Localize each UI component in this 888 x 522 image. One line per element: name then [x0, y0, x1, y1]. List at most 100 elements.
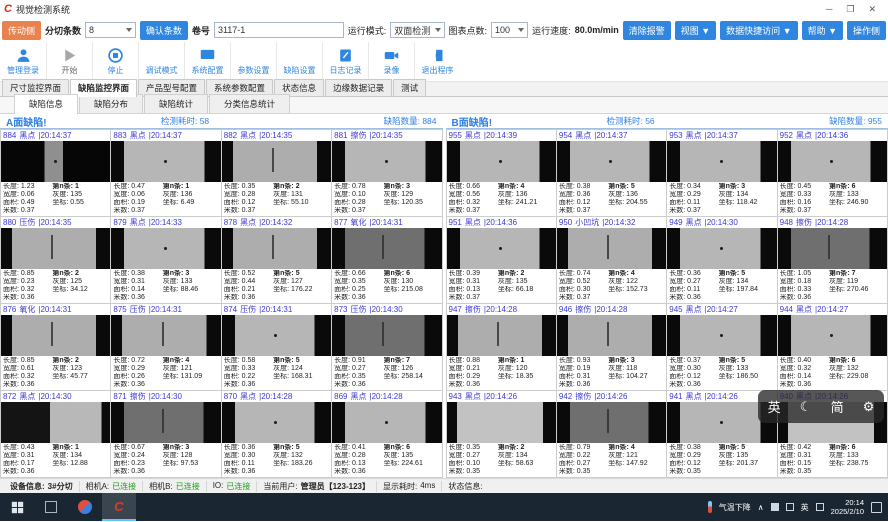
defect-image[interactable]: [667, 228, 776, 269]
gear-icon[interactable]: ⚙: [863, 399, 875, 415]
help-menu-button[interactable]: 帮助 ▼: [802, 21, 843, 40]
defect-cell[interactable]: 953黑点|20:14:37长度: 0.34宽度: 0.29面积: 0.11米数…: [667, 130, 776, 216]
defect-cell[interactable]: 952黑点|20:14:36长度: 0.45宽度: 0.33面积: 0.16米数…: [778, 130, 887, 216]
defect-image[interactable]: [222, 228, 331, 269]
defect-cell[interactable]: 876氧化|20:14:31长度: 0.85宽度: 0.61面积: 0.32米数…: [1, 304, 110, 390]
tray-chevron-up[interactable]: ∧: [758, 503, 764, 512]
language-overlay[interactable]: 英 ☾ 简 ⚙: [758, 390, 884, 423]
defect-image[interactable]: [332, 315, 441, 356]
parameter-settings-button[interactable]: 参数设置: [230, 42, 276, 81]
defect-image[interactable]: [447, 141, 556, 182]
defect-cell[interactable]: 870黑点|20:14:28长度: 0.36宽度: 0.30面积: 0.11米数…: [222, 391, 331, 477]
subtab-defect-statistics[interactable]: 缺陷统计: [144, 94, 208, 113]
network-icon[interactable]: [786, 503, 794, 511]
defect-image[interactable]: [111, 141, 220, 182]
clear-alarm-button[interactable]: 清除报警: [623, 21, 671, 40]
maximize-button[interactable]: ❐: [846, 0, 854, 18]
defect-image[interactable]: [778, 315, 887, 356]
defect-image[interactable]: [447, 315, 556, 356]
defect-image[interactable]: [1, 402, 110, 443]
defect-image[interactable]: [667, 141, 776, 182]
defect-settings-button[interactable]: 缺陷设置: [276, 42, 322, 81]
defect-cell[interactable]: 948擦伤|20:14:28长度: 1.05宽度: 0.18面积: 0.33米数…: [778, 217, 887, 303]
defect-image[interactable]: [111, 402, 220, 443]
notification-center-icon[interactable]: [871, 502, 882, 513]
slit-count-select[interactable]: 8: [85, 22, 136, 38]
close-button[interactable]: ✕: [868, 0, 876, 18]
roll-no-input[interactable]: [214, 22, 344, 38]
subtab-defect-info[interactable]: 缺陷信息: [14, 94, 78, 114]
chart-points-select[interactable]: 100: [491, 22, 528, 38]
defect-cell[interactable]: 869黑点|20:14:28长度: 0.41宽度: 0.28面积: 0.13米数…: [332, 391, 441, 477]
defect-image[interactable]: [332, 228, 441, 269]
defect-image[interactable]: [667, 315, 776, 356]
defect-image[interactable]: [778, 228, 887, 269]
defect-image[interactable]: [557, 228, 666, 269]
tab-edge-data-record[interactable]: 边缘数据记录: [325, 79, 392, 96]
defect-cell[interactable]: 871擦伤|20:14:30长度: 0.67宽度: 0.24面积: 0.23米数…: [111, 391, 220, 477]
defect-image[interactable]: [111, 315, 220, 356]
tab-test[interactable]: 测试: [393, 79, 426, 96]
tab-defect-monitor[interactable]: 缺陷监控界面: [70, 79, 137, 97]
defect-image[interactable]: [332, 141, 441, 182]
defect-cell[interactable]: 875压伤|20:14:31长度: 0.72宽度: 0.29面积: 0.26米数…: [111, 304, 220, 390]
browser-taskbar-button[interactable]: [68, 493, 102, 521]
defect-image[interactable]: [557, 315, 666, 356]
volume-icon[interactable]: [771, 503, 779, 511]
defect-cell[interactable]: 872黑点|20:14:30长度: 0.43宽度: 0.31面积: 0.17米数…: [1, 391, 110, 477]
minimize-button[interactable]: ─: [826, 0, 832, 18]
admin-login-button[interactable]: 管理登录: [0, 42, 46, 81]
defect-cell[interactable]: 944黑点|20:14:27长度: 0.40宽度: 0.32面积: 0.14米数…: [778, 304, 887, 390]
defect-cell[interactable]: 942擦伤|20:14:26长度: 0.79宽度: 0.22面积: 0.27米数…: [557, 391, 666, 477]
defect-image[interactable]: [1, 315, 110, 356]
task-view-button[interactable]: [34, 493, 68, 521]
exit-program-button[interactable]: 退出程序: [414, 42, 460, 81]
confirm-count-button[interactable]: 确认条数: [140, 21, 188, 40]
defect-cell[interactable]: 943黑点|20:14:26长度: 0.35宽度: 0.27面积: 0.10米数…: [447, 391, 556, 477]
defect-image[interactable]: [447, 402, 556, 443]
quick-access-menu-button[interactable]: 数据快捷访问 ▼: [720, 21, 797, 40]
defect-cell[interactable]: 951黑点|20:14:36长度: 0.39宽度: 0.31面积: 0.13米数…: [447, 217, 556, 303]
defect-cell[interactable]: 874压伤|20:14:31长度: 0.58宽度: 0.33面积: 0.22米数…: [222, 304, 331, 390]
defect-cell[interactable]: 883黑点|20:14:37长度: 0.47宽度: 0.06面积: 0.19米数…: [111, 130, 220, 216]
subtab-class-info-statistics[interactable]: 分类信息统计: [209, 94, 290, 113]
defect-cell[interactable]: 881擦伤|20:14:35长度: 0.78宽度: 0.10面积: 0.28米数…: [332, 130, 441, 216]
weather-text[interactable]: 气温下降: [719, 502, 751, 513]
lang-en-button[interactable]: 英: [768, 397, 781, 416]
moon-icon[interactable]: ☾: [800, 399, 812, 415]
video-record-button[interactable]: 录像: [368, 42, 414, 81]
input-language-indicator[interactable]: 英: [801, 502, 809, 513]
defect-cell[interactable]: 945黑点|20:14:27长度: 0.37宽度: 0.30面积: 0.12米数…: [667, 304, 776, 390]
defect-cell[interactable]: 884黑点|20:14:37长度: 1.23宽度: 0.06面积: 0.49米数…: [1, 130, 110, 216]
defect-image[interactable]: [1, 141, 110, 182]
defect-image[interactable]: [447, 228, 556, 269]
defect-cell[interactable]: 954黑点|20:14:37长度: 0.38宽度: 0.36面积: 0.12米数…: [557, 130, 666, 216]
defect-image[interactable]: [222, 315, 331, 356]
defect-cell[interactable]: 949黑点|20:14:30长度: 0.36宽度: 0.27面积: 0.11米数…: [667, 217, 776, 303]
app-taskbar-button[interactable]: C: [102, 493, 136, 521]
defect-cell[interactable]: 878黑点|20:14:32长度: 0.52宽度: 0.44面积: 0.21米数…: [222, 217, 331, 303]
defect-image[interactable]: [222, 141, 331, 182]
defect-image[interactable]: [111, 228, 220, 269]
debug-mode-button[interactable]: 调试模式: [138, 42, 184, 81]
defect-cell[interactable]: 950小凹坑|20:14:32长度: 0.74宽度: 0.52面积: 0.30米…: [557, 217, 666, 303]
operator-side-button[interactable]: 操作侧: [847, 21, 886, 40]
stop-button[interactable]: 停止: [92, 42, 138, 81]
defect-cell[interactable]: 877氧化|20:14:31长度: 0.66宽度: 0.35面积: 0.25米数…: [332, 217, 441, 303]
defect-cell[interactable]: 882黑点|20:14:35长度: 0.35宽度: 0.28面积: 0.12米数…: [222, 130, 331, 216]
defect-cell[interactable]: 947擦伤|20:14:28长度: 0.88宽度: 0.21面积: 0.29米数…: [447, 304, 556, 390]
log-record-button[interactable]: 日志记录: [322, 42, 368, 81]
drive-side-button[interactable]: 传动侧: [2, 21, 41, 40]
defect-image[interactable]: [778, 141, 887, 182]
run-mode-select[interactable]: 双面检测: [390, 22, 444, 38]
lang-cn-button[interactable]: 简: [831, 397, 844, 416]
defect-image[interactable]: [557, 402, 666, 443]
start-button[interactable]: [0, 493, 34, 521]
system-config-button[interactable]: 系统配置: [184, 42, 230, 81]
defect-image[interactable]: [332, 402, 441, 443]
defect-cell[interactable]: 880压伤|20:14:35长度: 0.85宽度: 0.23面积: 0.32米数…: [1, 217, 110, 303]
defect-image[interactable]: [222, 402, 331, 443]
start-button[interactable]: 开始: [46, 42, 92, 81]
defect-cell[interactable]: 955黑点|20:14:39长度: 0.66宽度: 0.56面积: 0.32米数…: [447, 130, 556, 216]
defect-image[interactable]: [1, 228, 110, 269]
